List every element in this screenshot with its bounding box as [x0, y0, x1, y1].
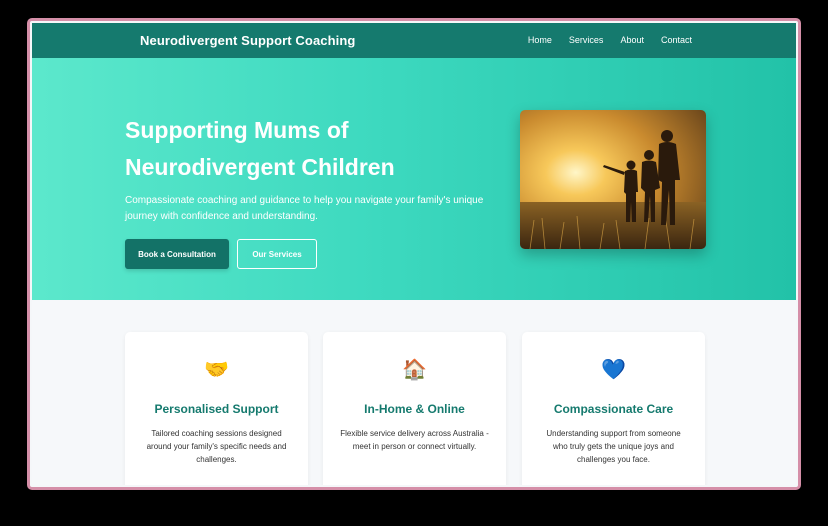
brand-logo[interactable]: Neurodivergent Support Coaching [140, 33, 355, 48]
card-title: In-Home & Online [364, 402, 465, 416]
book-consultation-button[interactable]: Book a Consultation [125, 239, 229, 269]
card-description: Flexible service delivery across Austral… [340, 429, 489, 451]
nav-contact[interactable]: Contact [661, 35, 692, 45]
page: Neurodivergent Support Coaching Home Ser… [32, 23, 796, 485]
hero-subtitle: Compassionate coaching and guidance to h… [125, 195, 484, 222]
hero-title: Supporting Mums of Neurodivergent Childr… [125, 117, 395, 180]
nav-home[interactable]: Home [528, 35, 552, 45]
browser-frame: Neurodivergent Support Coaching Home Ser… [27, 18, 801, 490]
card-title: Compassionate Care [553, 402, 674, 416]
nav-services[interactable]: Services [569, 35, 604, 45]
blue-heart-icon: 💙 [601, 357, 626, 381]
top-nav: Neurodivergent Support Coaching Home Ser… [32, 23, 796, 58]
card-description: Understanding support from someone who t… [546, 429, 681, 464]
card-description: Tailored coaching sessions designed arou… [146, 429, 287, 464]
house-icon: 🏠 [402, 357, 427, 381]
handshake-icon: 🤝 [204, 357, 229, 381]
card-personalised-support: 🤝 Personalised Support Tailored coaching… [125, 332, 308, 485]
family-sunset-illustration [520, 110, 706, 249]
hero-section: Supporting Mums of Neurodivergent Childr… [32, 58, 796, 300]
nav-links: Home Services About Contact [511, 35, 692, 45]
card-title: Personalised Support [154, 402, 279, 416]
our-services-button[interactable]: Our Services [237, 239, 317, 269]
card-in-home-online: 🏠 In-Home & Online Flexible service deli… [323, 332, 506, 485]
hero-image-family-sunset [520, 110, 706, 249]
card-compassionate-care: 💙 Compassionate Care Understanding suppo… [522, 332, 705, 485]
nav-about[interactable]: About [620, 35, 644, 45]
